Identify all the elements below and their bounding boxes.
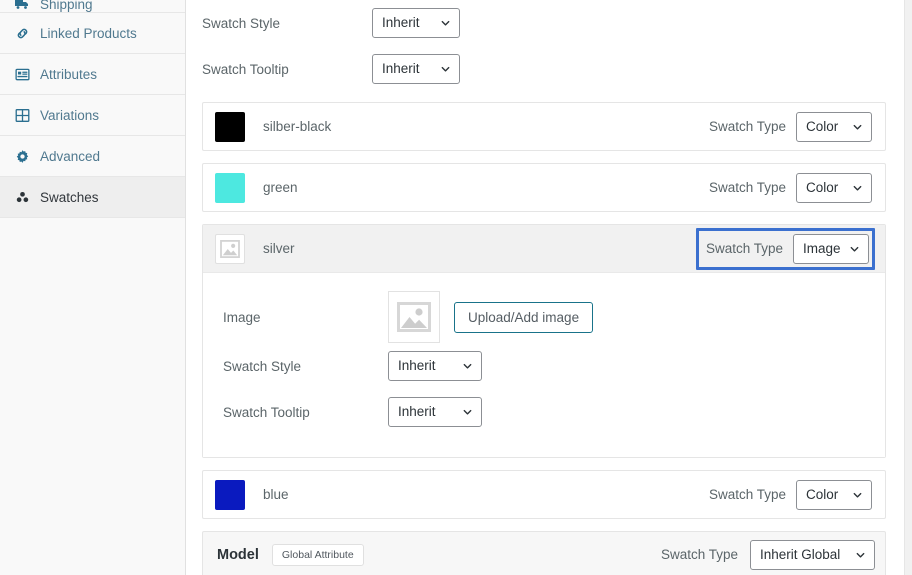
swatch-tooltip-value: Inherit: [398, 404, 436, 419]
model-swatch-type-control: Swatch Type Inherit Global: [660, 539, 875, 570]
swatch-card-expanded: silver Swatch Type Image Image Upload/Ad…: [202, 224, 886, 458]
model-title: Model: [217, 546, 259, 563]
swatches-icon: [14, 189, 30, 205]
model-swatch-type-value: Inherit Global: [760, 546, 841, 562]
swatch-terms-list: silber-black Swatch Type Color green Swa…: [186, 102, 912, 519]
swatch-tooltip-row: Swatch Tooltip Inherit: [203, 389, 885, 435]
swatch-image-label: Image: [223, 309, 261, 325]
sidebar-item-label: Variations: [40, 107, 100, 123]
image-placeholder-icon: [220, 239, 240, 258]
swatch-image-placeholder-chip: [215, 233, 245, 264]
model-attribute-bar: Model Global Attribute Swatch Type Inher…: [202, 531, 886, 575]
swatch-type-control: Swatch Type Color: [706, 109, 875, 145]
upload-add-image-button[interactable]: Upload/Add image: [454, 301, 594, 333]
swatch-row[interactable]: green Swatch Type Color: [203, 164, 885, 211]
product-data-sidebar: Shipping Linked Products Attributes Vari…: [0, 0, 186, 575]
swatch-type-control: Swatch Type Color: [706, 477, 875, 513]
chevron-down-icon: [852, 121, 863, 132]
global-swatch-style-row: Swatch Style Inherit: [186, 0, 912, 46]
swatches-settings-screen: Shipping Linked Products Attributes Vari…: [0, 0, 912, 575]
swatch-type-value: Image: [803, 240, 841, 256]
chevron-down-icon: [440, 64, 451, 75]
swatch-term-name: silber-black: [263, 119, 332, 134]
swatch-card: blue Swatch Type Color: [202, 470, 886, 519]
swatch-row[interactable]: silver Swatch Type Image: [203, 225, 885, 272]
sidebar-item-attributes[interactable]: Attributes: [0, 54, 185, 95]
swatch-color-chip: [215, 172, 245, 203]
global-swatch-tooltip-row: Swatch Tooltip Inherit: [186, 46, 912, 92]
swatch-type-label: Swatch Type: [708, 180, 786, 195]
swatch-type-label: Swatch Type: [705, 241, 783, 256]
swatch-image-row: Image Upload/Add image: [203, 291, 885, 343]
swatch-card: silber-black Swatch Type Color: [202, 102, 886, 151]
sidebar-item-label: Shipping: [40, 0, 93, 12]
swatch-tooltip-select[interactable]: Inherit: [388, 397, 482, 427]
swatch-style-select[interactable]: Inherit: [388, 351, 482, 381]
chevron-down-icon: [852, 182, 863, 193]
chevron-down-icon: [849, 243, 860, 254]
sidebar-item-label: Linked Products: [40, 25, 137, 41]
global-swatch-tooltip-value: Inherit: [382, 61, 420, 76]
swatch-type-value: Color: [806, 179, 839, 195]
swatch-image-settings-panel: Image Upload/Add image Swatch Style Inhe…: [203, 272, 885, 457]
sidebar-item-variations[interactable]: Variations: [0, 95, 185, 136]
swatch-term-name: silver: [263, 241, 295, 256]
chevron-down-icon: [852, 489, 863, 500]
swatch-type-label: Swatch Type: [708, 119, 786, 134]
chevron-down-icon: [462, 407, 473, 418]
global-swatch-tooltip-label: Swatch Tooltip: [202, 61, 289, 77]
swatch-type-label: Swatch Type: [708, 487, 786, 502]
page-right-gutter: [904, 0, 912, 575]
sidebar-item-label: Advanced: [40, 148, 101, 164]
grid-icon: [14, 107, 30, 123]
swatch-type-select[interactable]: Color: [796, 172, 872, 203]
swatch-type-select[interactable]: Color: [796, 111, 872, 142]
chevron-down-icon: [462, 361, 473, 372]
global-swatch-tooltip-select[interactable]: Inherit: [372, 54, 460, 84]
gear-icon: [14, 148, 30, 164]
sidebar-item-linked-products[interactable]: Linked Products: [0, 13, 185, 54]
swatch-card: green Swatch Type Color: [202, 163, 886, 212]
swatch-style-value: Inherit: [398, 358, 436, 373]
sidebar-item-label: Attributes: [40, 66, 98, 82]
swatch-image-preview[interactable]: [388, 291, 440, 343]
swatch-row[interactable]: silber-black Swatch Type Color: [203, 103, 885, 150]
swatch-tooltip-label: Swatch Tooltip: [223, 404, 310, 420]
truck-icon: [14, 0, 30, 12]
global-swatch-style-value: Inherit: [382, 15, 420, 30]
swatch-style-row: Swatch Style Inherit: [203, 343, 885, 389]
sidebar-item-shipping[interactable]: Shipping: [0, 0, 185, 13]
swatch-type-select[interactable]: Image: [793, 233, 869, 264]
sidebar-item-label: Swatches: [40, 189, 99, 205]
swatch-term-name: blue: [263, 487, 289, 502]
chevron-down-icon: [855, 549, 866, 560]
swatch-style-label: Swatch Style: [223, 358, 302, 374]
swatch-type-control: Swatch Type Color: [706, 170, 875, 206]
attributes-icon: [14, 66, 30, 82]
model-swatch-type-select[interactable]: Inherit Global: [750, 539, 875, 570]
swatch-color-chip: [215, 479, 245, 510]
sidebar-item-swatches[interactable]: Swatches: [0, 177, 185, 218]
swatch-type-control-focused: Swatch Type Image: [695, 227, 875, 270]
swatch-type-value: Color: [806, 486, 839, 502]
swatch-row[interactable]: blue Swatch Type Color: [203, 471, 885, 518]
swatch-type-value: Color: [806, 118, 839, 134]
swatch-type-select[interactable]: Color: [796, 479, 872, 510]
global-swatch-style-select[interactable]: Inherit: [372, 8, 460, 38]
link-icon: [14, 25, 30, 41]
global-swatch-style-label: Swatch Style: [202, 15, 281, 31]
swatch-color-chip: [215, 111, 245, 142]
model-swatch-type-label: Swatch Type: [660, 547, 738, 562]
image-placeholder-icon: [397, 302, 431, 332]
sidebar-item-advanced[interactable]: Advanced: [0, 136, 185, 177]
chevron-down-icon: [440, 18, 451, 29]
swatches-panel: Swatch Style Inherit Swatch Tooltip Inhe…: [186, 0, 912, 575]
global-attribute-badge: Global Attribute: [271, 543, 364, 566]
swatch-term-name: green: [263, 180, 298, 195]
